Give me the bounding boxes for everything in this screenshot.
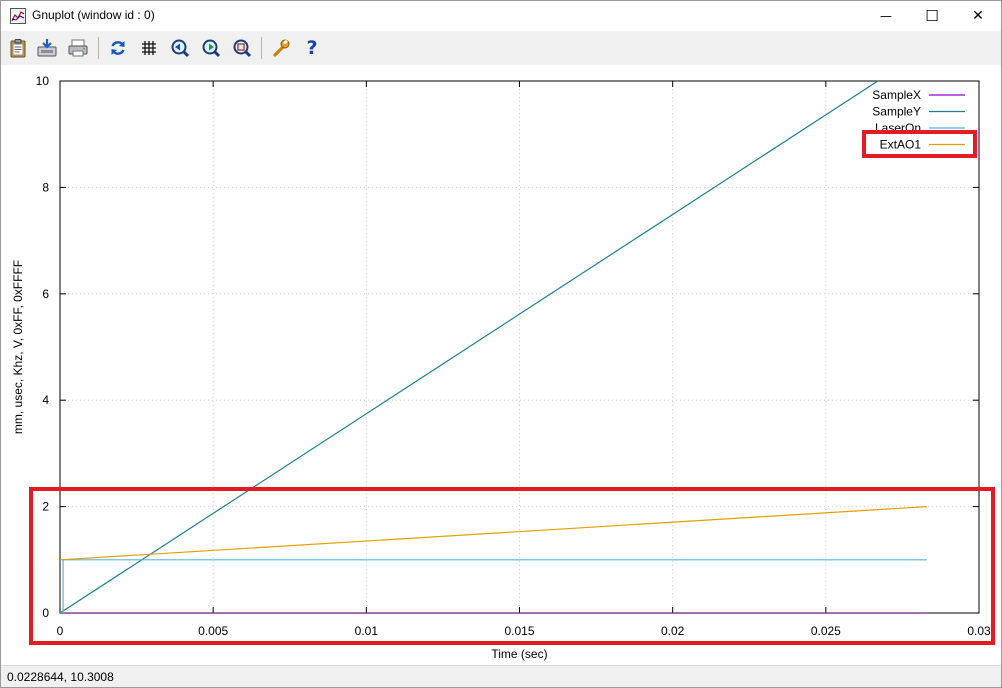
series-line-sampley — [60, 81, 879, 613]
x-axis-label: Time (sec) — [491, 647, 547, 661]
x-tick-label: 0.01 — [355, 624, 379, 638]
print-button[interactable] — [66, 36, 90, 60]
legend: SampleXSampleYLaserOnExtAO1 — [872, 88, 965, 152]
close-button[interactable]: ✕ — [955, 1, 1001, 31]
wrench-icon — [273, 39, 290, 57]
clipboard-icon — [10, 39, 26, 58]
plot-canvas[interactable]: 0 0.005 0.01 0.015 0.02 0.025 0.03 0 2 4 6 8 10 Tim… — [1, 65, 1001, 665]
maximize-button[interactable]: ☐ — [909, 1, 955, 31]
gnuplot-app-icon — [10, 8, 26, 24]
y-tick-label: 6 — [42, 287, 49, 301]
options-button[interactable] — [269, 36, 293, 60]
minimize-button[interactable]: — — [863, 1, 909, 31]
help-icon: ? — [306, 37, 318, 59]
window-title: Gnuplot (window id : 0) — [32, 8, 155, 22]
copy-to-clipboard-button[interactable] — [6, 36, 30, 60]
x-tick-label: 0.025 — [811, 624, 841, 638]
export-icon — [37, 39, 57, 57]
legend-label-samplex: SampleX — [872, 88, 921, 102]
toolbar-separator — [98, 37, 99, 59]
replot-icon — [111, 41, 125, 55]
print-icon — [68, 39, 88, 57]
y-tick-label: 10 — [36, 74, 50, 88]
toolbar: ? — [1, 31, 1001, 65]
maximize-icon: ☐ — [925, 7, 939, 25]
y-tick-label: 2 — [42, 500, 49, 514]
grid-lines — [60, 81, 979, 613]
y-tick-label: 8 — [42, 180, 49, 194]
autoscale-button[interactable] — [230, 36, 254, 60]
legend-label-extao1: ExtAO1 — [880, 138, 922, 152]
zoom-next-button[interactable] — [199, 36, 223, 60]
y-tick-labels: 0 2 4 6 8 10 — [36, 74, 50, 620]
toolbar-separator — [261, 37, 262, 59]
toggle-grid-button[interactable] — [137, 36, 161, 60]
zoom-next-icon — [202, 39, 221, 58]
replot-button[interactable] — [106, 36, 130, 60]
zoom-previous-icon — [171, 39, 190, 58]
status-bar: 0.0228644, 10.3008 — [1, 665, 1001, 687]
y-axis-label: mm, usec, Khz, V, 0xFF, 0xFFFF — [11, 260, 25, 434]
export-button[interactable] — [35, 36, 59, 60]
gnuplot-window: Gnuplot (window id : 0) — ☐ ✕ ? 0 0.005 … — [0, 0, 1002, 688]
series-line-extao1 — [60, 506, 927, 561]
x-tick-label: 0 — [57, 624, 64, 638]
x-tick-labels: 0 0.005 0.01 0.015 0.02 0.025 0.03 — [57, 624, 991, 638]
close-icon: ✕ — [972, 8, 984, 24]
grid-icon — [142, 41, 156, 55]
autoscale-icon — [233, 39, 252, 58]
x-tick-label: 0.03 — [967, 624, 991, 638]
lower-region-highlight-box — [29, 487, 995, 645]
zoom-previous-button[interactable] — [168, 36, 192, 60]
legend-label-sampley: SampleY — [872, 105, 921, 119]
x-tick-label: 0.005 — [198, 624, 228, 638]
y-tick-label: 0 — [42, 606, 49, 620]
minimize-icon: — — [880, 9, 892, 23]
title-bar[interactable]: Gnuplot (window id : 0) — ☐ ✕ — [1, 1, 1001, 31]
series-lines — [60, 81, 927, 613]
series-line-laseron — [60, 559, 927, 613]
x-tick-label: 0.015 — [504, 624, 534, 638]
help-button[interactable]: ? — [300, 36, 324, 60]
line-chart: 0 0.005 0.01 0.015 0.02 0.025 0.03 0 2 4 6 8 10 Tim… — [11, 74, 995, 661]
x-tick-label: 0.02 — [661, 624, 685, 638]
cursor-coordinates: 0.0228644, 10.3008 — [7, 670, 114, 684]
y-tick-label: 4 — [42, 393, 49, 407]
